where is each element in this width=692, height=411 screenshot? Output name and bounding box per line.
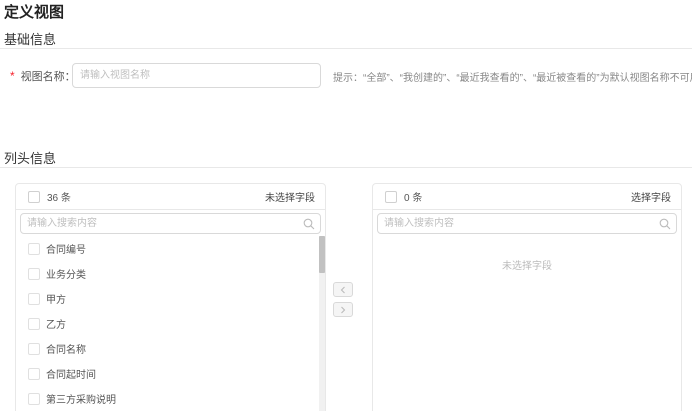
item-checkbox[interactable] [28,392,40,405]
list-item[interactable]: 合同编号 [16,236,325,261]
list-item[interactable]: 甲方 [16,286,325,311]
panel-header: 0 条 选择字段 [373,184,681,210]
move-left-button[interactable] [333,282,353,297]
item-checkbox[interactable] [28,367,40,380]
item-checkbox[interactable] [28,267,40,280]
search-box [20,213,321,234]
item-label: 合同名称 [46,345,86,356]
item-label: 业务分类 [46,270,86,281]
item-count: 0 条 [404,193,423,204]
list-item[interactable]: 合同名称 [16,336,325,361]
select-all-checkbox[interactable] [28,190,40,203]
item-checkbox[interactable] [28,242,40,255]
view-name-row: * 视图名称： [10,63,76,89]
panel-title: 选择字段 [631,193,671,204]
view-name-hint: 提示：“全部”、“我创建的”、“最近我查看的”、“最近被查看的”为默认视图名称不… [333,73,692,84]
panel-title: 未选择字段 [265,193,315,204]
chevron-right-icon [341,306,346,313]
panel-header: 36 条 未选择字段 [16,184,325,210]
search-icon[interactable] [303,218,315,230]
section-title-columns: 列头信息 [4,151,57,166]
item-label: 第三方采购说明 [46,395,116,406]
item-label: 合同起时间 [46,370,96,381]
list-item[interactable]: 业务分类 [16,261,325,286]
search-input[interactable] [21,214,320,233]
section-title-basic: 基础信息 [4,32,57,47]
empty-placeholder: 未选择字段 [502,261,552,272]
divider [0,48,692,49]
search-box [377,213,677,234]
scrollbar-thumb[interactable] [319,236,325,273]
list-item[interactable]: 合同起时间 [16,361,325,386]
required-mark: * [10,69,15,83]
item-checkbox[interactable] [28,292,40,305]
move-right-button[interactable] [333,302,353,317]
view-name-input[interactable] [72,63,321,88]
chevron-left-icon [340,286,345,293]
field-list: 合同编号 业务分类 甲方 乙方 合同名称 合同起时间 第三方采购说明 [16,236,325,411]
search-icon[interactable] [659,218,671,230]
page-title: 定义视图 [4,4,65,21]
list-item[interactable]: 第三方采购说明 [16,386,325,411]
unselected-fields-panel: 36 条 未选择字段 合同编号 业务分类 甲方 乙方 合同名称 [15,183,326,411]
item-checkbox[interactable] [28,317,40,330]
select-all-checkbox[interactable] [385,190,397,203]
selected-fields-panel: 0 条 选择字段 未选择字段 [372,183,682,411]
divider [0,167,692,168]
item-count: 36 条 [47,193,71,204]
search-input[interactable] [378,214,676,233]
item-label: 甲方 [46,295,66,306]
view-name-label: 视图名称： [20,71,76,83]
item-label: 合同编号 [46,245,86,256]
item-label: 乙方 [46,320,66,331]
list-item[interactable]: 乙方 [16,311,325,336]
item-checkbox[interactable] [28,342,40,355]
